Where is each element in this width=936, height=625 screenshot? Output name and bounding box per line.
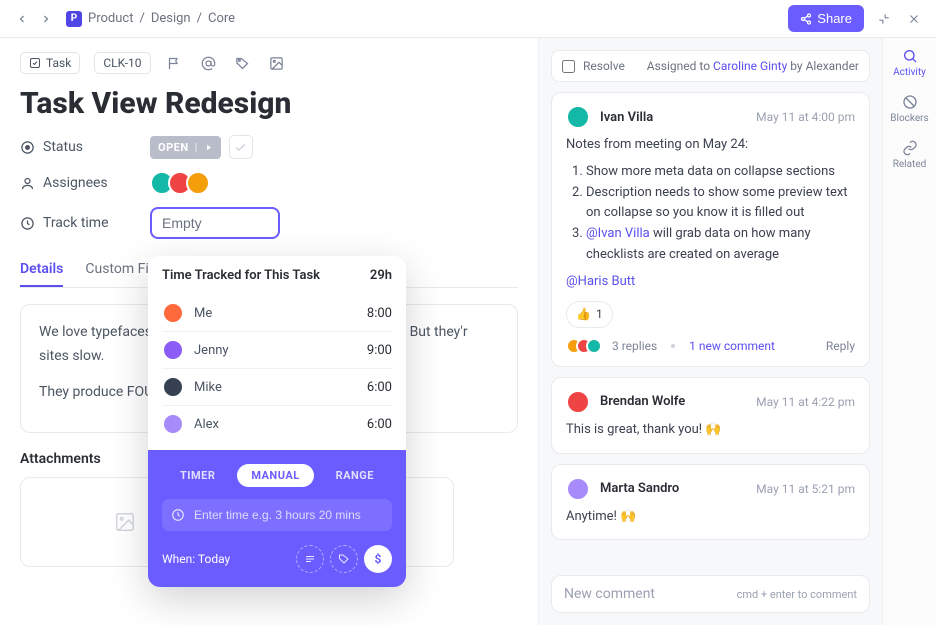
minimize-icon[interactable]: [874, 9, 894, 29]
comment-timestamp: May 11 at 4:22 pm: [756, 395, 855, 409]
task-id-label: CLK-10: [103, 56, 141, 70]
billable-toggle[interactable]: $: [364, 545, 392, 573]
avatar: [566, 105, 590, 129]
comment-list-item: @Ivan Villa will grab data on how many c…: [586, 224, 855, 266]
tracker-heading: Time Tracked for This Task: [162, 268, 320, 283]
tracker-row-time: 6:00: [367, 380, 392, 395]
flag-icon[interactable]: [165, 53, 185, 73]
tracker-row[interactable]: Alex6:00: [162, 405, 392, 442]
comment-card: Ivan Villa May 11 at 4:00 pm Notes from …: [551, 92, 870, 367]
tag-icon[interactable]: [233, 53, 253, 73]
tag-icon[interactable]: [330, 545, 358, 573]
seg-range[interactable]: RANGE: [322, 464, 388, 487]
nav-back-icon[interactable]: [12, 9, 32, 29]
note-icon[interactable]: [296, 545, 324, 573]
composer-hint: cmd + enter to comment: [737, 588, 857, 601]
comment-card: Brendan Wolfe May 11 at 4:22 pm This is …: [551, 377, 870, 454]
tracker-row[interactable]: Me8:00: [162, 295, 392, 331]
avatar: [566, 390, 590, 414]
seg-timer[interactable]: TIMER: [166, 464, 229, 487]
tracker-row-time: 9:00: [367, 343, 392, 358]
tracker-row-name: Mike: [194, 380, 367, 395]
tab-custom-fields[interactable]: Custom Fie: [85, 253, 156, 287]
track-time-input[interactable]: [150, 207, 280, 239]
share-button[interactable]: Share: [788, 5, 864, 32]
reply-button[interactable]: Reply: [826, 339, 855, 353]
tracker-total: 29h: [370, 268, 392, 283]
when-label[interactable]: When: Today: [162, 552, 290, 566]
avatar: [162, 413, 184, 435]
tracker-row[interactable]: Jenny9:00: [162, 331, 392, 368]
breadcrumb-item[interactable]: Product: [88, 11, 133, 26]
tab-details[interactable]: Details: [20, 253, 63, 287]
task-id-pill[interactable]: CLK-10: [94, 52, 150, 74]
time-entry-input[interactable]: [162, 499, 392, 531]
comment-text: Notes from meeting on May 24:: [566, 135, 855, 156]
rail-blockers[interactable]: Blockers: [890, 94, 928, 124]
status-pill[interactable]: OPEN |: [150, 136, 221, 159]
complete-checkbox[interactable]: [229, 135, 253, 159]
assignees-label: Assignees: [20, 175, 150, 191]
tracker-row-time: 6:00: [367, 417, 392, 432]
image-icon[interactable]: [267, 53, 287, 73]
page-title: Task View Redesign: [20, 86, 518, 121]
seg-manual[interactable]: MANUAL: [237, 464, 313, 487]
tracker-row-time: 8:00: [367, 306, 392, 321]
assignee-avatars[interactable]: [150, 171, 210, 195]
avatar: [566, 477, 590, 501]
comment-composer[interactable]: New comment cmd + enter to comment: [551, 575, 870, 613]
mention-link[interactable]: @Ivan Villa: [586, 226, 650, 241]
assignee-link[interactable]: Caroline Ginty: [713, 59, 787, 73]
resolve-checkbox[interactable]: [562, 60, 575, 73]
avatar: [186, 171, 210, 195]
reply-avatars: [566, 338, 602, 354]
tracker-row[interactable]: Mike6:00: [162, 368, 392, 405]
replies-count[interactable]: 3 replies: [612, 339, 657, 353]
new-comment-link[interactable]: 1 new comment: [689, 339, 775, 353]
avatar: [162, 376, 184, 398]
breadcrumb-item[interactable]: Design: [151, 11, 191, 26]
comment-author: Marta Sandro: [600, 481, 679, 496]
avatar: [162, 302, 184, 324]
rail-activity[interactable]: Activity: [893, 48, 926, 78]
comment-author: Brendan Wolfe: [600, 394, 685, 409]
comment-card: Marta Sandro May 11 at 5:21 pm Anytime! …: [551, 464, 870, 541]
nav-forward-icon[interactable]: [36, 9, 56, 29]
close-icon[interactable]: [904, 9, 924, 29]
task-type-pill[interactable]: Task: [20, 52, 80, 74]
mention-icon[interactable]: [199, 53, 219, 73]
comment-text: Anytime! 🙌: [566, 507, 855, 528]
share-label: Share: [817, 11, 852, 26]
assigned-text: Assigned to Caroline Ginty by Alexander: [647, 59, 859, 73]
composer-placeholder: New comment: [564, 586, 655, 602]
rail-related[interactable]: Related: [893, 140, 927, 170]
status-value: OPEN: [158, 141, 189, 154]
comment-text: This is great, thank you! 🙌: [566, 420, 855, 441]
avatar: [162, 339, 184, 361]
reaction-pill[interactable]: 👍1: [566, 301, 613, 328]
task-type-label: Task: [46, 56, 71, 70]
resolve-label: Resolve: [583, 59, 625, 73]
workspace-badge: P: [66, 11, 82, 27]
time-tracker-popover: Time Tracked for This Task 29h Me8:00Jen…: [148, 256, 406, 587]
tracker-row-name: Alex: [194, 417, 367, 432]
comment-list-item: Show more meta data on collapse sections: [586, 162, 855, 183]
comment-list-item: Description needs to show some preview t…: [586, 183, 855, 225]
breadcrumb-item[interactable]: Core: [208, 11, 235, 26]
mention-link[interactable]: @Haris Butt: [566, 274, 635, 289]
comment-timestamp: May 11 at 5:21 pm: [756, 482, 855, 496]
track-time-label: Track time: [20, 215, 150, 231]
resolve-bar: Resolve Assigned to Caroline Ginty by Al…: [551, 50, 870, 82]
tracker-row-name: Jenny: [194, 343, 367, 358]
status-label: Status: [20, 139, 150, 155]
comment-author: Ivan Villa: [600, 110, 653, 125]
comment-timestamp: May 11 at 4:00 pm: [756, 110, 855, 124]
breadcrumb: P Product / Design / Core: [66, 11, 235, 27]
tracker-row-name: Me: [194, 306, 367, 321]
